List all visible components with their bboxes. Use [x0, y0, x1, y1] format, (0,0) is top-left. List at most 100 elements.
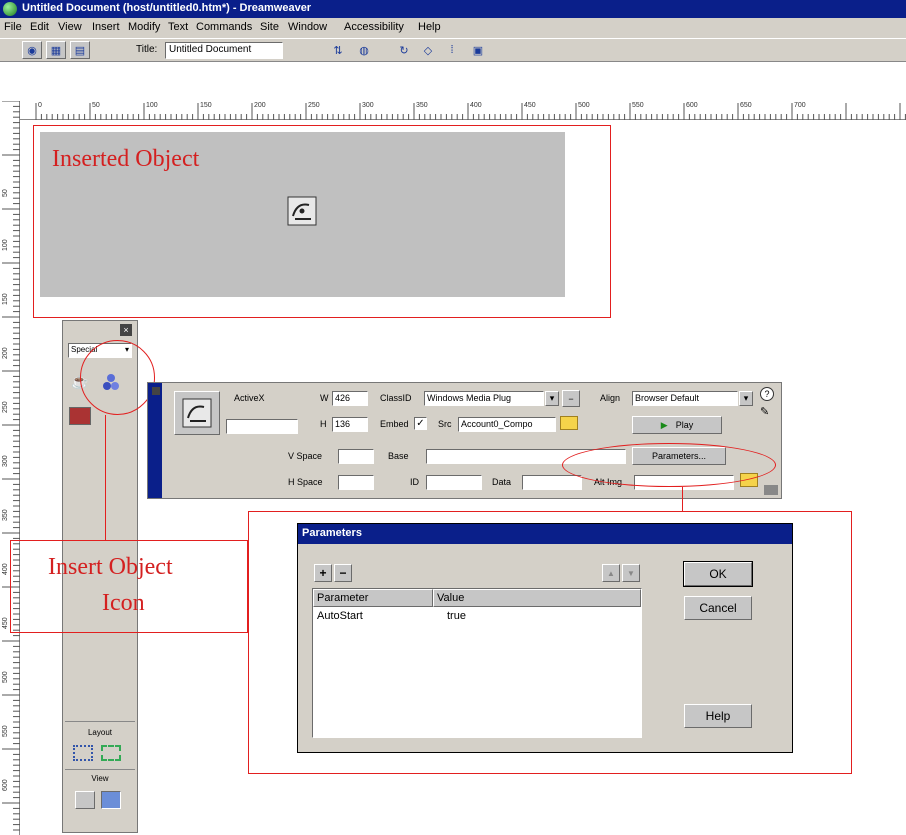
chevron-down-icon[interactable]: ▾: [739, 391, 753, 406]
close-icon[interactable]: ×: [120, 324, 132, 336]
divider: [65, 769, 135, 770]
menu-accessibility[interactable]: Accessibility: [344, 21, 404, 33]
base-label: Base: [388, 451, 409, 461]
ok-button[interactable]: OK: [683, 561, 753, 587]
horizontal-ruler: 0 50 100 150 200 250 300 350 400 450 500…: [20, 101, 906, 120]
ruler-label: 350: [416, 102, 428, 109]
menu-edit[interactable]: Edit: [30, 21, 49, 33]
ruler-label: 550: [2, 725, 9, 737]
align-label: Align: [600, 393, 621, 403]
play-button[interactable]: ▶ Play: [632, 416, 722, 434]
callout-leader-line: [105, 415, 106, 540]
draw-layer-icon[interactable]: [73, 745, 93, 761]
preview-browser-icon[interactable]: ◍: [354, 41, 374, 59]
refresh-icon[interactable]: ↻: [394, 41, 414, 59]
window-title: Untitled Document (host/untitled0.htm*) …: [22, 2, 312, 14]
ruler-label: 0: [38, 102, 42, 109]
ruler-label: 250: [2, 401, 9, 413]
ruler-label: 400: [2, 563, 9, 575]
remove-classid-button[interactable]: −: [562, 390, 580, 407]
ruler-label: 700: [794, 102, 806, 109]
title-input[interactable]: Untitled Document: [165, 42, 283, 59]
help-icon[interactable]: ?: [760, 387, 774, 401]
h-label: H: [320, 419, 327, 429]
vspace-label: V Space: [288, 451, 323, 461]
ruler-label: 450: [2, 617, 9, 629]
ruler-label: 200: [2, 347, 9, 359]
embed-checkbox[interactable]: ✓: [414, 417, 427, 430]
standard-view-icon[interactable]: [75, 791, 95, 809]
reference-icon[interactable]: ◇: [418, 41, 438, 59]
id-label: ID: [410, 477, 419, 487]
move-up-button[interactable]: ▲: [602, 564, 620, 582]
align-select[interactable]: Browser Default: [632, 391, 738, 406]
classid-label: ClassID: [380, 393, 412, 403]
src-label: Src: [438, 419, 452, 429]
ruler-label: 650: [740, 102, 752, 109]
collapse-icon[interactable]: [152, 387, 160, 395]
parameters-table[interactable]: Parameter Value AutoStart true: [312, 588, 642, 738]
menu-help[interactable]: Help: [418, 21, 441, 33]
folder-icon[interactable]: [560, 416, 578, 430]
file-management-icon[interactable]: ⇅: [328, 41, 348, 59]
inspector-handle[interactable]: [148, 383, 162, 498]
ruler-label: 600: [2, 779, 9, 791]
draw-cell-icon[interactable]: [101, 745, 121, 761]
src-field[interactable]: Account0_Compo: [458, 417, 556, 432]
w-label: W: [320, 393, 329, 403]
name-field[interactable]: [226, 419, 298, 434]
column-header-parameter[interactable]: Parameter: [313, 589, 433, 607]
ruler-label: 500: [2, 671, 9, 683]
ruler-label: 150: [200, 102, 212, 109]
chevron-down-icon[interactable]: ▾: [545, 391, 559, 406]
id-field[interactable]: [426, 475, 482, 490]
play-label: Play: [675, 420, 694, 430]
ruler-label: 350: [2, 509, 9, 521]
menu-site[interactable]: Site: [260, 21, 279, 33]
hspace-field[interactable]: [338, 475, 374, 490]
menu-bar: File Edit View Insert Modify Text Comman…: [0, 18, 906, 38]
menu-file[interactable]: File: [4, 21, 22, 33]
expand-arrow-icon[interactable]: [764, 485, 778, 495]
menu-view[interactable]: View: [58, 21, 82, 33]
remove-parameter-button[interactable]: −: [334, 564, 352, 582]
ruler-label: 50: [2, 189, 9, 197]
callout-leader-line: [682, 487, 683, 511]
edit-icon[interactable]: ✎: [760, 405, 774, 419]
title-bar: Untitled Document (host/untitled0.htm*) …: [0, 0, 906, 18]
width-field[interactable]: 426: [332, 391, 368, 406]
view-label: View: [91, 774, 109, 783]
ruler-label: 100: [2, 239, 9, 251]
code-view-icon[interactable]: ◉: [22, 41, 42, 59]
menu-insert[interactable]: Insert: [92, 21, 120, 33]
ruler-label: 100: [146, 102, 158, 109]
plugin-object-icon[interactable]: [69, 407, 91, 425]
table-row[interactable]: AutoStart true: [313, 609, 641, 625]
callout-ellipse-parameters: [562, 443, 776, 487]
move-down-button[interactable]: ▼: [622, 564, 640, 582]
cancel-button[interactable]: Cancel: [684, 596, 752, 620]
ruler-label: 450: [524, 102, 536, 109]
parameter-name: AutoStart: [317, 610, 363, 622]
layout-label: Layout: [87, 728, 113, 737]
menu-modify[interactable]: Modify: [128, 21, 160, 33]
code-nav-icon[interactable]: ⁞: [442, 41, 462, 59]
ruler-label: 150: [2, 293, 9, 305]
menu-text[interactable]: Text: [168, 21, 188, 33]
play-icon: ▶: [660, 419, 668, 430]
column-header-value[interactable]: Value: [433, 589, 641, 607]
menu-commands[interactable]: Commands: [196, 21, 252, 33]
data-label: Data: [492, 477, 512, 487]
ruler-label: 300: [362, 102, 374, 109]
menu-window[interactable]: Window: [288, 21, 327, 33]
classid-select[interactable]: Windows Media Plug: [424, 391, 544, 406]
vspace-field[interactable]: [338, 449, 374, 464]
design-view-icon[interactable]: ▤: [70, 41, 90, 59]
view-options-icon[interactable]: ▣: [468, 41, 488, 59]
help-button[interactable]: Help: [684, 704, 752, 728]
data-field[interactable]: [522, 475, 582, 490]
layout-view-icon[interactable]: [101, 791, 121, 809]
add-parameter-button[interactable]: +: [314, 564, 332, 582]
split-view-icon[interactable]: ▦: [46, 41, 66, 59]
height-field[interactable]: 136: [332, 417, 368, 432]
